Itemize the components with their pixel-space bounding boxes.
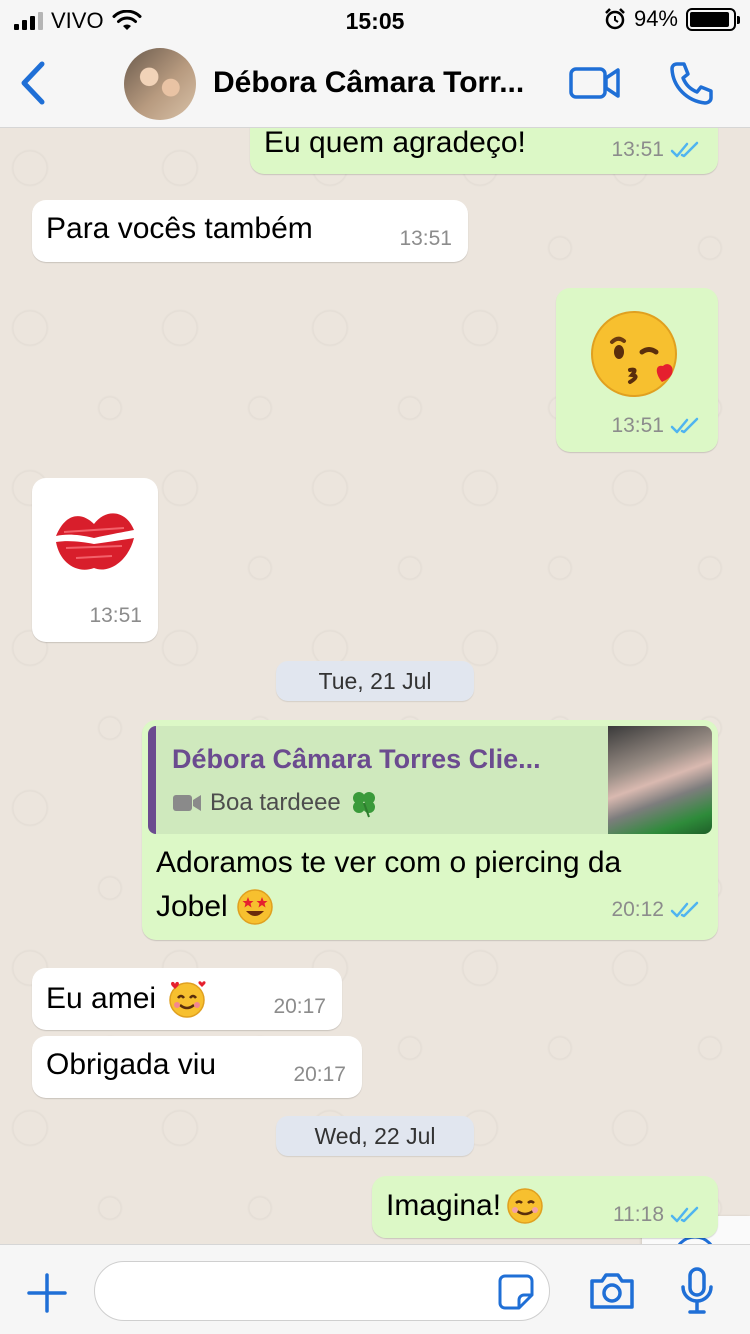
chat-header: Débora Câmara Torr...: [0, 40, 750, 128]
message-time: 13:51: [89, 604, 142, 627]
message-meta: 13:51: [89, 604, 142, 628]
message-bubble-outgoing-reply[interactable]: Débora Câmara Torres Clie... Boa tardeee…: [142, 720, 718, 940]
message-text: Eu quem agradeço!: [264, 128, 526, 159]
video-icon: [173, 795, 201, 811]
message-bubble-incoming[interactable]: Para vocês também 13:51: [32, 200, 468, 262]
read-ticks-icon: [670, 417, 699, 434]
message-meta: 13:51: [611, 414, 702, 438]
sticker-icon[interactable]: [497, 1273, 535, 1311]
contact-avatar[interactable]: [124, 48, 196, 120]
date-separator: Tue, 21 Jul: [276, 661, 474, 701]
chat-area[interactable]: Eu quem agradeço! 13:51 Para vocês també…: [0, 128, 750, 1244]
message-bubble-outgoing[interactable]: Imagina! 11:18: [372, 1176, 718, 1238]
read-ticks-icon: [670, 1206, 699, 1223]
message-bubble-outgoing[interactable]: Eu quem agradeço! 13:51: [250, 128, 718, 174]
read-ticks-icon: [670, 141, 699, 158]
message-meta: 11:18: [613, 1203, 702, 1227]
contact-name[interactable]: Débora Câmara Torr...: [213, 66, 548, 100]
message-meta: 20:12: [611, 898, 702, 922]
date-separator: Wed, 22 Jul: [276, 1116, 474, 1156]
video-thumbnail: [608, 726, 712, 834]
message-line2: Jobel: [156, 888, 274, 926]
battery-percent: 94%: [633, 6, 678, 31]
kiss-mark-icon: [56, 513, 134, 570]
smiling-face-icon: [507, 1188, 543, 1224]
read-ticks-icon: [670, 901, 699, 918]
status-bar: VIVO 15:05 94%: [0, 0, 750, 40]
message-input-bar: [0, 1244, 750, 1334]
message-bubble-incoming[interactable]: Eu amei 20:17: [32, 968, 342, 1030]
message-bubble-outgoing[interactable]: 13:51: [556, 288, 718, 452]
star-struck-icon: [236, 889, 273, 925]
battery-icon: [686, 7, 740, 31]
message-meta: 20:17: [273, 995, 326, 1019]
message-bubble-incoming[interactable]: Obrigada viu 20:17: [32, 1036, 362, 1098]
message-meta: 13:51: [399, 227, 452, 251]
quote-sender: Débora Câmara Torres Clie...: [172, 744, 541, 774]
kissing-face-with-heart-icon: [591, 311, 677, 397]
message-content: Imagina!: [386, 1186, 545, 1226]
message-text-line2: Jobel: [156, 890, 228, 923]
smiling-face-with-hearts-icon: [169, 981, 206, 1018]
quote-text: Boa tardeee: [210, 789, 341, 816]
message-text: Imagina!: [386, 1189, 502, 1222]
alarm-icon: [605, 8, 625, 30]
quoted-message[interactable]: Débora Câmara Torres Clie... Boa tardeee: [148, 726, 712, 834]
video-call-icon[interactable]: [568, 60, 622, 106]
message-bubble-incoming[interactable]: 13:51: [32, 478, 158, 642]
quote-accent-bar: [148, 726, 156, 834]
plus-icon[interactable]: [26, 1272, 68, 1314]
message-text: Eu amei: [46, 982, 157, 1015]
message-time: 13:51: [611, 138, 664, 161]
back-chevron-icon[interactable]: [14, 58, 54, 108]
battery-fill: [690, 11, 730, 27]
message-time: 20:12: [611, 898, 664, 921]
status-right: 94%: [604, 6, 740, 32]
message-time: 11:18: [613, 1203, 664, 1226]
camera-icon[interactable]: [588, 1271, 636, 1311]
message-time: 20:17: [293, 1063, 346, 1086]
message-content: Eu amei: [46, 978, 208, 1020]
message-time: 20:17: [273, 995, 326, 1018]
message-meta: 20:17: [293, 1063, 346, 1087]
microphone-icon[interactable]: [680, 1267, 714, 1315]
four-leaf-clover-icon: [352, 792, 375, 818]
message-input[interactable]: [94, 1261, 550, 1321]
message-time: 13:51: [399, 227, 452, 250]
message-text-line1: Adoramos te ver com o piercing da: [156, 846, 622, 879]
message-text: Obrigada viu: [46, 1048, 217, 1081]
quote-body: Boa tardeee: [172, 788, 379, 818]
message-time: 13:51: [611, 414, 664, 437]
phone-icon[interactable]: [668, 60, 714, 106]
message-text: Para vocês também: [46, 212, 313, 245]
message-meta: 13:51: [611, 138, 702, 162]
